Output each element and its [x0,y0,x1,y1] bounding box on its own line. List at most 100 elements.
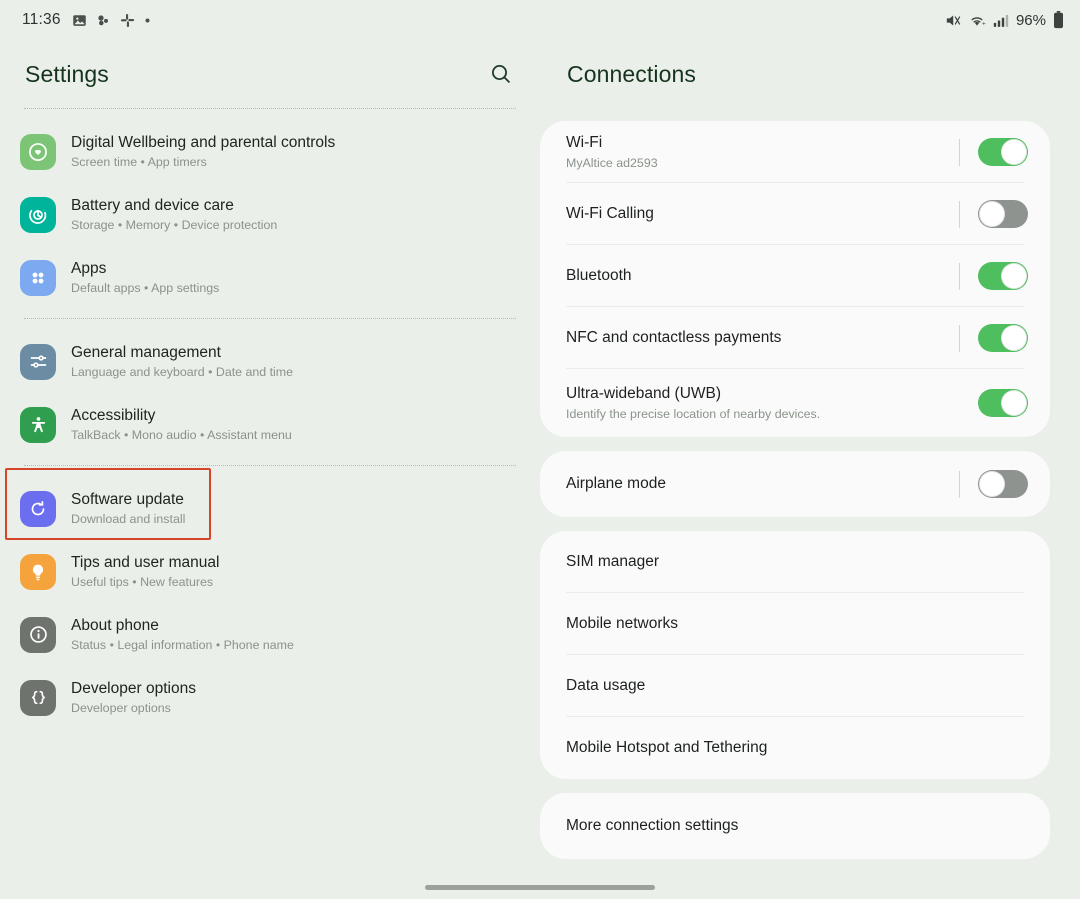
sidebar-item-text: Battery and device care Storage • Memory… [71,196,277,233]
connections-card-wireless: Wi-Fi MyAltice ad2593 Wi-Fi Calling [540,121,1050,437]
row-subtitle: Identify the precise location of nearby … [566,407,978,422]
row-subtitle: MyAltice ad2593 [566,156,959,171]
list-item-data-usage[interactable]: Data usage [540,655,1050,717]
settings-group-2: General management Language and keyboard… [0,319,540,465]
uwb-toggle[interactable] [978,389,1028,417]
airplane-mode-toggle[interactable] [978,470,1028,498]
row-text: Wi-Fi Calling [566,204,959,224]
sidebar-item-text: Software update Download and install [71,490,185,527]
connections-header: Connections [540,40,1080,108]
bluetooth-toggle[interactable] [978,262,1028,290]
connections-card-more: More connection settings [540,793,1050,859]
sidebar-item-tips-and-user-manual[interactable]: Tips and user manual Useful tips • New f… [0,540,540,603]
sidebar-item-label: General management [71,343,293,362]
connections-card-mobile: SIM manager Mobile networks Data usage [540,531,1050,779]
wifi-calling-toggle[interactable] [978,200,1028,228]
toggle-wrap [978,389,1028,417]
sidebar-item-text: Digital Wellbeing and parental controls … [71,133,335,170]
sidebar-item-subtitle: Status • Legal information • Phone name [71,638,294,653]
settings-screen: 11:36 [0,0,1080,899]
sidebar-item-digital-wellbeing[interactable]: Digital Wellbeing and parental controls … [0,120,540,183]
accessibility-person-icon [20,407,56,443]
signal-icon [993,13,1009,28]
sidebar-item-label: Accessibility [71,406,292,425]
dot-icon [144,17,151,24]
toggle-separator [959,139,960,166]
sidebar-item-label: Software update [71,490,185,509]
row-text: Wi-Fi MyAltice ad2593 [566,133,959,171]
toggle-separator [959,325,960,352]
row-text: Bluetooth [566,266,959,286]
sidebar-item-battery-device-care[interactable]: Battery and device care Storage • Memory… [0,183,540,246]
row-text: NFC and contactless payments [566,328,959,348]
sidebar-item-text: Developer options Developer options [71,679,196,716]
row-label: NFC and contactless payments [566,328,959,348]
list-item-mobile-hotspot[interactable]: Mobile Hotspot and Tethering [540,717,1050,779]
list-item-sim-manager[interactable]: SIM manager [540,531,1050,593]
settings-left-pane: Settings Digital Wellbeing and parental … [0,40,540,899]
status-bar: 11:36 [0,0,1080,40]
row-label: Data usage [566,676,1028,696]
battery-percent-label: 96% [1016,12,1046,29]
sidebar-item-general-management[interactable]: General management Language and keyboard… [0,330,540,393]
list-item-more-connection-settings[interactable]: More connection settings [540,793,1050,859]
sidebar-item-accessibility[interactable]: Accessibility TalkBack • Mono audio • As… [0,393,540,456]
row-label: Bluetooth [566,266,959,286]
row-text: Mobile Hotspot and Tethering [566,738,1028,758]
sidebar-item-text: Apps Default apps • App settings [71,259,219,296]
sidebar-item-subtitle: Developer options [71,701,196,716]
sidebar-item-label: Tips and user manual [71,553,219,572]
nfc-toggle[interactable] [978,324,1028,352]
toggle-wrap [959,324,1028,352]
toggle-wrap [959,470,1028,498]
search-icon[interactable] [484,57,518,91]
toggle-knob [1001,263,1027,289]
row-label: Wi-Fi [566,133,959,153]
sidebar-item-label: Developer options [71,679,196,698]
list-item-mobile-networks[interactable]: Mobile networks [540,593,1050,655]
list-item-bluetooth[interactable]: Bluetooth [540,245,1050,307]
toggle-wrap [959,138,1028,166]
sidebar-item-text: About phone Status • Legal information •… [71,616,294,653]
software-update-icon [20,491,56,527]
list-item-wifi-calling[interactable]: Wi-Fi Calling [540,183,1050,245]
list-item-uwb[interactable]: Ultra-wideband (UWB) Identify the precis… [540,369,1050,437]
sidebar-item-label: Apps [71,259,219,278]
row-label: Airplane mode [566,474,959,494]
toggle-knob [1001,390,1027,416]
sidebar-item-text: Accessibility TalkBack • Mono audio • As… [71,406,292,443]
sidebar-item-developer-options[interactable]: Developer options Developer options [0,666,540,729]
status-bar-system-icons: + 96% [944,11,1064,29]
list-item-airplane-mode[interactable]: Airplane mode [540,451,1050,517]
row-label: SIM manager [566,552,1028,572]
svg-text:+: + [982,20,986,27]
status-bar-notification-icons [72,13,151,28]
braces-icon [20,680,56,716]
sidebar-item-software-update[interactable]: Software update Download and install [0,477,540,540]
sidebar-item-about-phone[interactable]: About phone Status • Legal information •… [0,603,540,666]
sidebar-item-apps[interactable]: Apps Default apps • App settings [0,246,540,309]
toggle-knob [1001,139,1027,165]
image-icon [72,13,87,28]
toggle-separator [959,471,960,498]
toggle-separator [959,201,960,228]
mute-icon [944,12,961,29]
row-label: More connection settings [566,816,1028,836]
list-item-nfc[interactable]: NFC and contactless payments [540,307,1050,369]
sidebar-item-label: About phone [71,616,294,635]
sidebar-item-subtitle: TalkBack • Mono audio • Assistant menu [71,428,292,443]
connections-card-airplane: Airplane mode [540,451,1050,517]
sliders-icon [20,344,56,380]
sidebar-item-subtitle: Download and install [71,512,185,527]
toggle-separator [959,263,960,290]
sidebar-item-subtitle: Language and keyboard • Date and time [71,365,293,380]
sidebar-item-label: Battery and device care [71,196,277,215]
row-text: More connection settings [566,816,1028,836]
home-indicator[interactable] [425,885,655,890]
wifi-toggle[interactable] [978,138,1028,166]
row-text: SIM manager [566,552,1028,572]
toggle-wrap [959,262,1028,290]
settings-header: Settings [0,40,540,108]
list-item-wifi[interactable]: Wi-Fi MyAltice ad2593 [540,121,1050,183]
row-text: Mobile networks [566,614,1028,634]
